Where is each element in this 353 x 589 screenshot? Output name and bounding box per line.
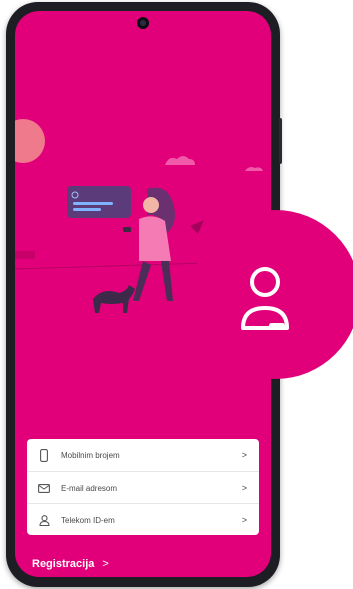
register-link[interactable]: Registracija > — [32, 558, 109, 570]
cloud-shape-small — [245, 167, 263, 171]
dog-shape — [93, 285, 135, 313]
chevron-right-icon: > — [241, 450, 247, 460]
login-option-label: Telekom ID-em — [61, 515, 115, 525]
login-option-label: Mobilnim brojem — [61, 450, 120, 460]
login-telekom-id-option[interactable]: Telekom ID-em > — [27, 503, 259, 536]
woman-leg — [133, 261, 151, 301]
user-icon — [37, 513, 51, 527]
leaf-shape — [190, 220, 204, 234]
phone-in-hand — [123, 227, 131, 232]
login-option-label: E-mail adresom — [61, 483, 118, 493]
woman-leg — [161, 261, 173, 301]
login-email-option[interactable]: E-mail adresom > — [27, 471, 259, 504]
chat-line — [73, 202, 113, 205]
chevron-right-icon: > — [241, 483, 247, 493]
cloud-shape — [165, 156, 195, 165]
user-profile-badge — [191, 210, 353, 379]
chevron-right-icon: > — [241, 515, 247, 525]
chevron-right-icon: > — [102, 558, 109, 570]
chat-line — [73, 208, 101, 211]
envelope-icon — [37, 481, 51, 495]
front-camera — [137, 17, 149, 29]
register-label: Registracija — [32, 558, 95, 570]
phone-side-button — [279, 118, 282, 164]
login-mobile-number-option[interactable]: Mobilnim brojem > — [27, 439, 259, 471]
fence-shape — [15, 251, 35, 259]
woman-head — [143, 197, 159, 213]
login-options-card: Mobilnim brojem > E-mail adresom > Telek… — [27, 439, 259, 535]
sun-shape — [15, 119, 45, 163]
user-profile-icon — [241, 267, 289, 330]
mobile-phone-icon — [37, 448, 51, 462]
